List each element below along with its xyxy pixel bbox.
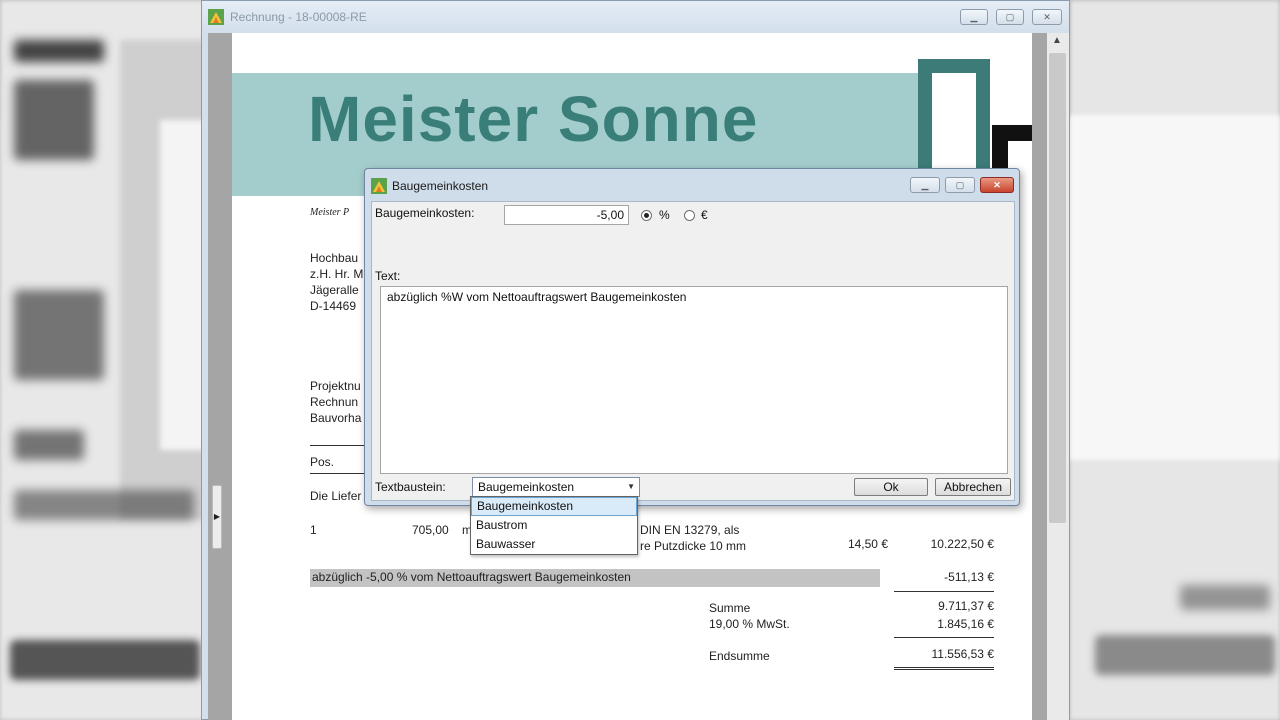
textbaustein-selected-value: Baugemeinkosten [478,480,575,494]
blurred-text [1180,585,1270,610]
blurred-text [14,80,94,160]
item-description: re Putzdicke 10 mm [640,539,747,553]
invoice-window-titlebar[interactable]: Rechnung - 18-00008-RE ▁ ▢ ✕ [202,1,1069,33]
amount-input[interactable] [504,205,629,225]
delivery-text: Die Liefer [310,489,362,503]
deduction-amount: -511,13 € [944,570,994,584]
dialog-minimize-button[interactable]: ▁ [910,177,940,193]
close-button[interactable]: ✕ [1032,9,1062,25]
baugemeinkosten-dialog: Baugemeinkosten ▁ ▢ ✕ Baugemeinkosten: %… [364,168,1020,506]
chevron-down-icon[interactable]: ▼ [627,478,635,496]
app-house-icon [208,9,224,25]
background-right-window [1070,115,1280,460]
deduction-text: abzüglich -5,00 % vom Nettoauftragswert … [312,570,631,584]
vat-value: 1.845,16 € [937,617,994,631]
scrollbar-thumb[interactable] [1049,53,1066,523]
address-line: Jägeralle [310,283,359,297]
company-name: Meister Sonne [308,83,759,155]
address-line: Hochbau [310,251,359,265]
total-rule [894,637,994,638]
address-line: D-14469 [310,299,357,313]
dialog-titlebar[interactable]: Baugemeinkosten ▁ ▢ ✕ [365,169,1019,201]
sum-rule [894,591,994,592]
total-label: Endsumme [709,649,770,663]
blurred-text [14,430,84,460]
text-label: Text: [375,269,401,283]
ok-button[interactable]: Ok [854,478,928,496]
text-area[interactable]: abzüglich %W vom Nettoauftragswert Bauge… [380,286,1008,474]
project-line: Rechnun [310,395,359,409]
expand-panel-handle[interactable]: ▶ [212,485,222,549]
position-header: Pos. [310,455,335,469]
dropdown-option[interactable]: Bauwasser [471,535,637,554]
blurred-text [14,490,194,520]
textbaustein-select[interactable]: Baugemeinkosten ▼ [472,477,640,497]
item-description: DIN EN 13279, als [640,523,740,537]
address-line: z.H. Hr. M [310,267,364,281]
dialog-body: Baugemeinkosten: % € Text: abzüglich %W … [371,201,1015,501]
scroll-up-icon[interactable]: ▲ [1052,35,1062,46]
maximize-button[interactable]: ▢ [996,9,1024,25]
item-quantity: 705,00 [412,523,449,537]
dialog-title: Baugemeinkosten [392,179,489,193]
sum-value: 9.711,37 € [938,599,994,613]
total-value: 11.556,53 € [931,647,994,661]
dropdown-option[interactable]: Baustrom [471,516,637,535]
blurred-text [14,290,104,380]
dialog-close-button[interactable]: ✕ [980,177,1014,193]
company-logo [918,59,990,179]
euro-label: € [701,208,708,222]
vat-label: 19,00 % MwSt. [709,617,790,631]
vertical-scrollbar[interactable]: ▲ [1047,33,1069,720]
percent-label: % [659,208,670,222]
blurred-text [14,40,104,62]
textbaustein-dropdown-list: Baugemeinkosten Baustrom Bauwasser [470,496,638,555]
dialog-maximize-button[interactable]: ▢ [945,177,975,193]
minimize-button[interactable]: ▁ [960,9,988,25]
background-bar [1095,635,1275,675]
textbaustein-label: Textbaustein: [375,480,446,494]
sum-label: Summe [709,601,751,615]
amount-label: Baugemeinkosten: [375,206,475,220]
project-line: Bauvorha [310,411,362,425]
project-line: Projektnu [310,379,361,393]
total-double-rule [894,667,994,670]
background-bar [10,640,200,680]
item-position: 1 [310,523,317,537]
app-house-icon [371,178,387,194]
item-unit-price: 14,50 € [847,537,888,551]
item-total: 10.222,50 € [930,537,994,551]
cancel-button[interactable]: Abbrechen [935,478,1011,496]
percent-radio[interactable] [641,210,652,221]
dropdown-option[interactable]: Baugemeinkosten [471,497,637,516]
euro-radio[interactable] [684,210,695,221]
invoice-window-title: Rechnung - 18-00008-RE [230,10,367,24]
sender-line: Meister P [310,207,350,218]
